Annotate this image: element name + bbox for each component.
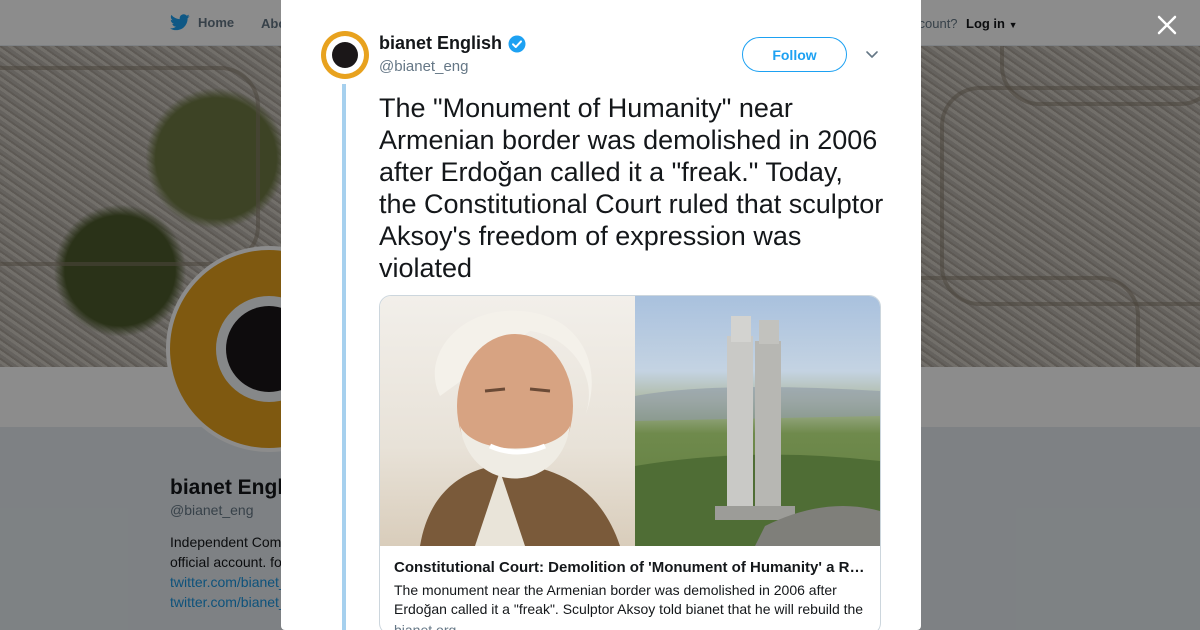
card-domain: bianet.org: [394, 622, 457, 630]
author-name: bianet English: [379, 33, 503, 53]
sculptor-photo: [380, 296, 635, 546]
thread-line: [342, 84, 346, 630]
author-handle[interactable]: @bianet_eng: [379, 58, 468, 75]
monument-photo: [635, 296, 880, 546]
chevron-down-icon[interactable]: [864, 46, 880, 62]
card-description: The monument near the Armenian border wa…: [394, 582, 864, 617]
author-avatar[interactable]: [321, 31, 369, 79]
follow-button[interactable]: Follow: [742, 37, 847, 72]
card-title: Constitutional Court: Demolition of 'Mon…: [394, 559, 868, 576]
author-name-row[interactable]: bianet English: [379, 33, 526, 54]
close-icon[interactable]: [1154, 12, 1180, 38]
verified-badge-icon: [508, 35, 526, 52]
tweet-text: The "Monument of Humanity" near Armenian…: [379, 93, 884, 283]
link-card[interactable]: Constitutional Court: Demolition of 'Mon…: [379, 295, 881, 630]
tweet-modal: bianet English @bianet_eng Follow The "M…: [281, 0, 921, 630]
